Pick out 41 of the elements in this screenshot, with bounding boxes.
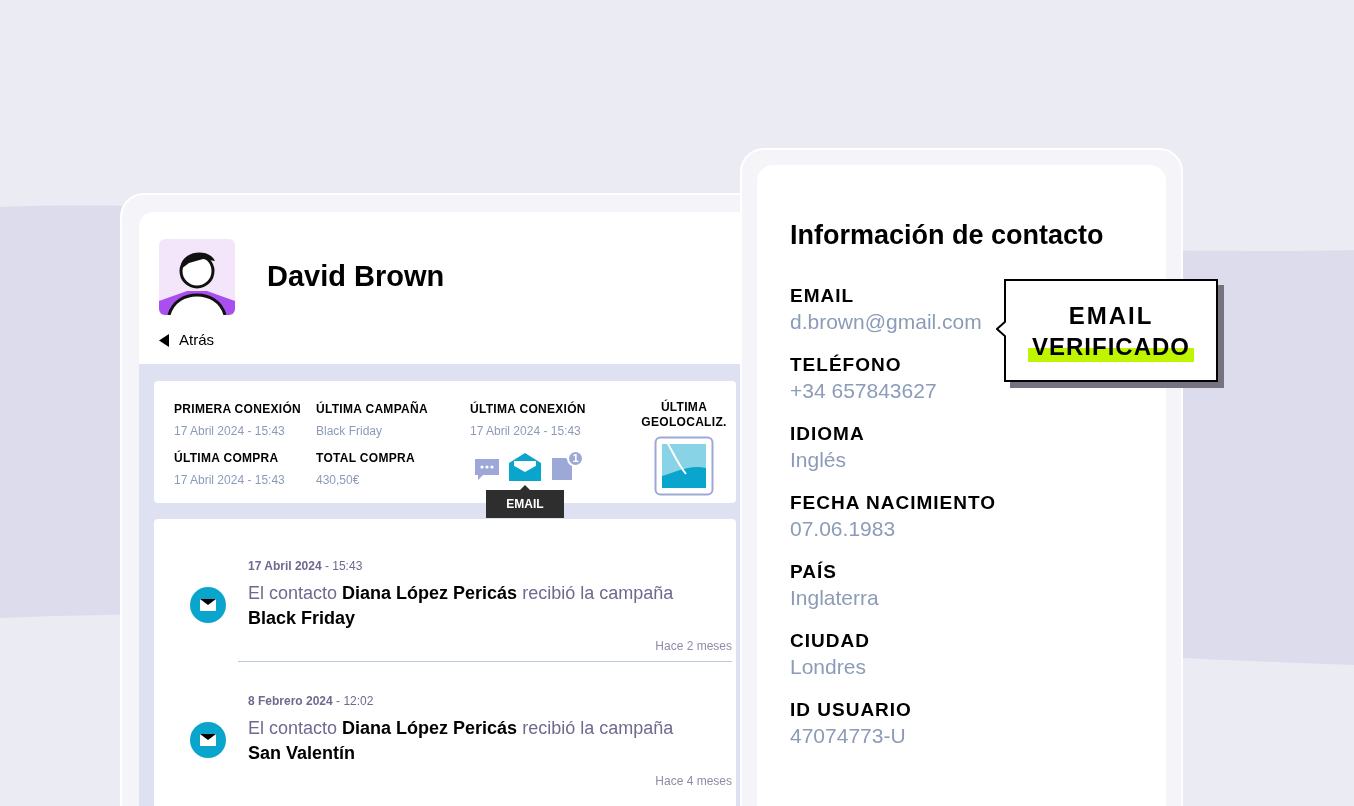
back-triangle-icon (159, 333, 169, 347)
stat-label: PRIMERA CONEXIÓN (174, 400, 303, 418)
envelope-icon (190, 586, 226, 623)
callout-title: EMAIL (1068, 300, 1154, 331)
field-value: +34 657843627 (790, 377, 937, 404)
field-label: EMAIL (790, 283, 856, 308)
field-value: Inglés (790, 446, 847, 473)
count-badge: 1 (567, 449, 584, 467)
stat-value: 17 Abril 2024 - 15:43 (470, 422, 582, 440)
event-date: 8 Febrero 2024 - 12:02 (248, 692, 375, 710)
field-label: CIUDAD (790, 628, 871, 653)
field-value: 47074773-U (790, 722, 906, 749)
map-icon[interactable] (654, 435, 714, 496)
field-label: FECHA NACIMIENTO (790, 490, 997, 515)
field-value: Londres (790, 653, 866, 680)
event-description: El contacto Diana López Pericás recibió la campaña San Valentín (248, 716, 675, 765)
event-date: 17 Abril 2024 - 15:43 (248, 557, 364, 575)
field-value: d.brown@gmail.com (790, 308, 982, 335)
stat-label: ÚLTIMA COMPRA (174, 449, 280, 467)
back-link[interactable]: Atrás (159, 329, 214, 352)
stat-label: ÚLTIMA CONEXIÓN (470, 400, 587, 418)
field-value: 07.06.1983 (790, 515, 896, 542)
event-age: Hace 4 meses (655, 772, 732, 790)
contact-title: Información de contacto (790, 219, 1105, 252)
event-description: El contacto Diana López Pericás recibió la campaña Black Friday (248, 581, 675, 630)
avatar-icon (159, 239, 235, 315)
stat-value: 17 Abril 2024 - 15:43 (174, 422, 286, 440)
field-label: IDIOMA (790, 421, 866, 446)
field-label: TELÉFONO (790, 352, 903, 377)
stat-value: 430,50€ (316, 471, 361, 489)
field-value: Inglaterra (790, 584, 879, 611)
stat-value: 17 Abril 2024 - 15:43 (174, 471, 286, 489)
stat-value: Black Friday (316, 422, 384, 440)
event-age: Hace 2 meses (655, 637, 732, 655)
field-label: ID USUARIO (790, 697, 913, 722)
stat-label: TOTAL COMPRA (316, 449, 416, 467)
field-label: PAÍS (790, 559, 838, 584)
contact-name: David Brown (267, 259, 445, 295)
stat-label: ÚLTIMA CAMPAÑA (316, 400, 429, 418)
stat-label: ÚLTIMA GEOLOCALIZ. (640, 399, 728, 430)
envelope-icon (190, 721, 226, 758)
